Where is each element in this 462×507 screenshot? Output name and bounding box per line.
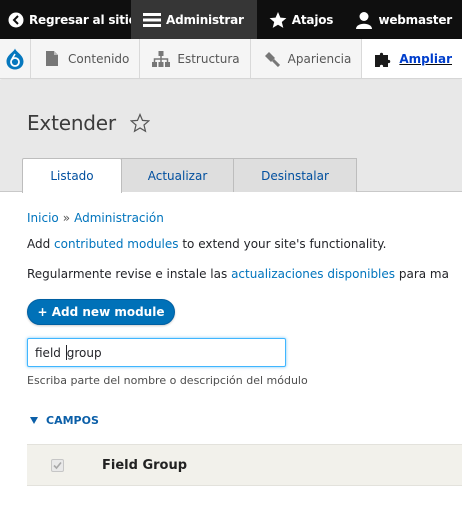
- back-arrow-icon: [8, 11, 24, 29]
- star-icon: [269, 11, 287, 29]
- intro-text: to extend your site's functionality.: [178, 237, 387, 251]
- tab-listado[interactable]: Listado: [22, 158, 122, 193]
- module-name: Field Group: [102, 457, 188, 473]
- intro-text: Add: [27, 237, 55, 251]
- breadcrumb-admin-link[interactable]: Administración: [74, 211, 164, 225]
- sitemap-icon: [152, 50, 171, 68]
- intro-text: para ma: [395, 267, 449, 281]
- intro-text: Regularmente revise e instale las: [27, 267, 232, 281]
- filter-value-part: group: [66, 345, 102, 360]
- tray-item-label: Estructura: [177, 51, 240, 66]
- module-filter-input[interactable]: field group: [27, 338, 286, 367]
- manage-label: Administrar: [166, 12, 244, 27]
- module-enabled-checkbox: [51, 458, 64, 472]
- shortcuts-tab[interactable]: Atajos: [257, 0, 344, 39]
- user-tab[interactable]: webmaster: [343, 0, 462, 39]
- admin-toolbar: Regresar al sitio Administrar Atajos web…: [0, 0, 462, 39]
- hamburger-icon: [143, 11, 161, 29]
- admin-tray: Contenido Estructura Apariencia Ampliar: [0, 39, 462, 79]
- module-row: Field Group: [27, 444, 462, 486]
- contributed-modules-link[interactable]: contributed modules: [54, 237, 178, 251]
- tray-item-extend[interactable]: Ampliar: [362, 39, 462, 78]
- tray-item-content[interactable]: Contenido: [31, 39, 141, 78]
- tray-item-structure[interactable]: Estructura: [140, 39, 251, 78]
- tab-actualizar[interactable]: Actualizar: [121, 158, 234, 192]
- tray-item-label: Contenido: [68, 51, 130, 66]
- user-icon: [355, 11, 373, 29]
- breadcrumb-home-link[interactable]: Inicio: [27, 211, 59, 225]
- user-label: webmaster: [378, 12, 452, 27]
- tab-desinstalar[interactable]: Desinstalar: [233, 158, 357, 192]
- intro-paragraph-contrib: Add contributed modules to extend your s…: [27, 237, 386, 251]
- triangle-down-icon: [30, 417, 38, 424]
- available-updates-link[interactable]: actualizaciones disponibles: [231, 267, 395, 281]
- tray-item-label: Apariencia: [287, 51, 352, 66]
- manage-tab[interactable]: Administrar: [131, 0, 257, 39]
- shortcuts-label: Atajos: [291, 12, 334, 27]
- package-label: CAMPOS: [46, 414, 99, 427]
- checkmark-icon: [53, 461, 62, 469]
- back-to-site-label: Regresar al sitio: [29, 12, 137, 27]
- breadcrumb: Inicio» Administración: [27, 211, 164, 225]
- breadcrumb-separator: »: [62, 211, 71, 225]
- back-to-site-link[interactable]: Regresar al sitio: [0, 0, 137, 39]
- add-new-module-button[interactable]: + Add new module: [27, 299, 175, 325]
- tray-item-label: Ampliar: [399, 51, 452, 66]
- drupal-logo-icon[interactable]: [0, 39, 32, 78]
- shortcut-star-icon[interactable]: [129, 112, 151, 133]
- file-icon: [43, 50, 61, 68]
- tray-item-appearance[interactable]: Apariencia: [251, 39, 363, 78]
- filter-value-part: field: [35, 345, 65, 360]
- brush-icon: [263, 50, 281, 68]
- package-toggle-campos[interactable]: CAMPOS: [30, 414, 99, 427]
- puzzle-icon: [374, 50, 392, 68]
- primary-tabs: Listado Actualizar Desinstalar: [22, 158, 357, 193]
- page-title: Extender: [27, 111, 116, 135]
- intro-paragraph-updates: Regularmente revise e instale las actual…: [27, 267, 449, 281]
- filter-description: Escriba parte del nombre o descripción d…: [27, 374, 308, 387]
